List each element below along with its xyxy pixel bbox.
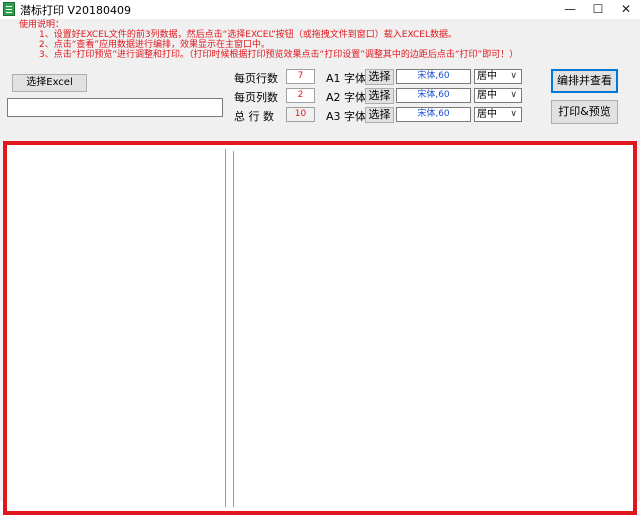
rows-per-page-input[interactable]: 7: [286, 69, 315, 84]
a1-align-value: 居中: [477, 71, 497, 82]
a1-font-label: A1 字体: [326, 72, 367, 85]
data-list-pane[interactable]: [11, 149, 226, 507]
maximize-button[interactable]: ☐: [584, 0, 612, 19]
a3-font-value: 宋体,60: [396, 107, 471, 122]
instruction-line-3: 3、点击“打印预览”进行调整和打印。（打印时候根据打印预览效果点击“打印设置”调…: [39, 50, 519, 60]
preview-pane[interactable]: [233, 151, 632, 507]
a3-align-value: 居中: [477, 109, 497, 120]
app-icon: [3, 2, 15, 16]
total-rows-value: 10: [286, 107, 315, 122]
arrange-and-view-button[interactable]: 编排并查看: [551, 69, 618, 93]
a2-font-label: A2 字体: [326, 91, 367, 104]
minimize-button[interactable]: —: [556, 0, 584, 19]
title-bar: 潜标打印 V20180409 — ☐ ✕: [0, 0, 640, 19]
excel-path-input[interactable]: [7, 98, 223, 117]
a2-font-choose-button[interactable]: 选择: [365, 88, 394, 104]
chevron-down-icon: ∨: [510, 90, 517, 100]
main-window: 使用说明： 1、设置好EXCEL文件的前3列数据，然后点击“选择EXCEL”按钮…: [0, 19, 640, 515]
a3-font-choose-button[interactable]: 选择: [365, 107, 394, 123]
rows-per-page-label: 每页行数: [234, 72, 278, 85]
a1-font-choose-button[interactable]: 选择: [365, 69, 394, 85]
cols-per-page-input[interactable]: 2: [286, 88, 315, 103]
a1-font-value: 宋体,60: [396, 69, 471, 84]
select-excel-button[interactable]: 选择Excel: [12, 74, 87, 92]
window-title: 潜标打印 V20180409: [20, 4, 132, 17]
a2-align-value: 居中: [477, 90, 497, 101]
total-rows-label: 总 行 数: [234, 110, 274, 123]
a2-font-value: 宋体,60: [396, 88, 471, 103]
close-button[interactable]: ✕: [612, 0, 640, 19]
a2-align-select[interactable]: 居中 ∨: [474, 88, 522, 103]
chevron-down-icon: ∨: [510, 109, 517, 119]
a3-align-select[interactable]: 居中 ∨: [474, 107, 522, 122]
chevron-down-icon: ∨: [510, 71, 517, 81]
print-preview-button[interactable]: 打印&预览: [551, 100, 618, 124]
a1-align-select[interactable]: 居中 ∨: [474, 69, 522, 84]
cols-per-page-label: 每页列数: [234, 91, 278, 104]
preview-area: [3, 141, 637, 515]
a3-font-label: A3 字体: [326, 110, 367, 123]
